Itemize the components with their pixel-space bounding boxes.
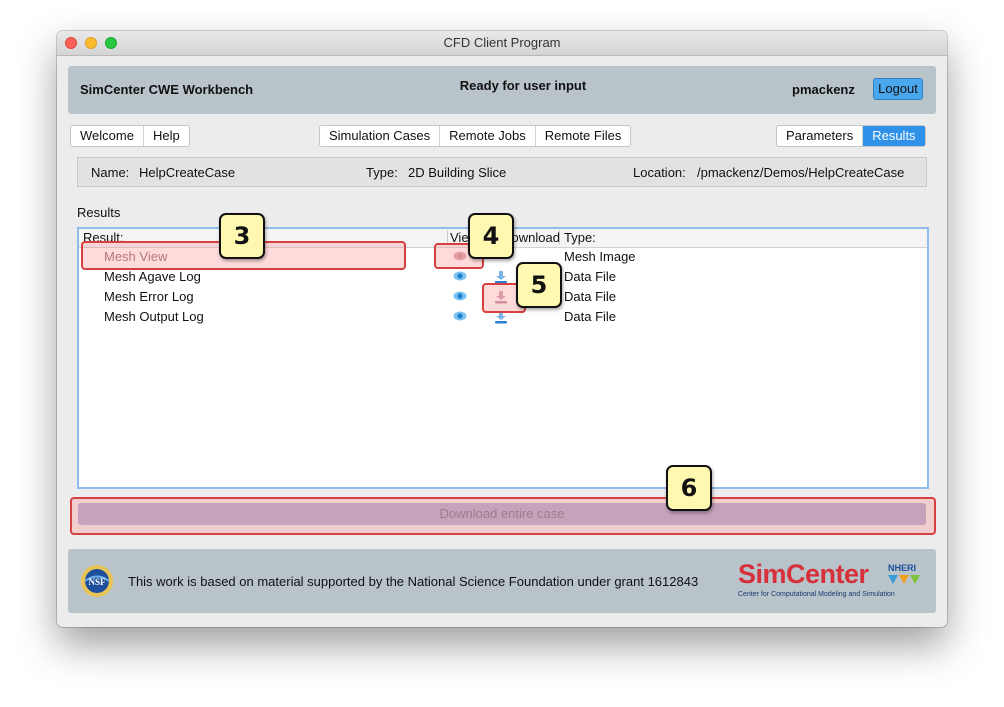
tab-remote-files[interactable]: Remote Files (536, 126, 631, 146)
nheri-logo-text: NHERI (888, 563, 917, 573)
result-name: Mesh Output Log (104, 309, 204, 324)
funding-acknowledgement: This work is based on material supported… (128, 574, 699, 589)
header-panel: SimCenter CWE Workbench Ready for user i… (68, 66, 936, 114)
result-name: Mesh Agave Log (104, 269, 201, 284)
nsf-logo-text: NSF (88, 577, 106, 587)
tab-parameters[interactable]: Parameters (777, 126, 864, 146)
view-eye-icon[interactable] (453, 311, 467, 321)
case-name-value: HelpCreateCase (139, 165, 236, 180)
result-type: Data File (564, 309, 617, 324)
nsf-logo-icon: NSF (81, 565, 113, 597)
callout-4: 4 (468, 213, 514, 259)
username-label: pmackenz (792, 82, 855, 97)
highlight-download-entire-case (70, 497, 936, 535)
tab-simulation-cases[interactable]: Simulation Cases (320, 126, 441, 146)
download-icon[interactable] (493, 270, 509, 284)
window-title: CFD Client Program (443, 35, 561, 50)
simcenter-subtitle: Center for Computational Modeling and Si… (738, 591, 895, 598)
footer-panel: NSF This work is based on material suppo… (68, 549, 936, 613)
view-eye-icon[interactable] (453, 291, 467, 301)
tabgroup-left: Welcome Help (70, 125, 190, 147)
results-section-label: Results (77, 205, 121, 220)
result-type: Data File (564, 289, 617, 304)
case-type-label: Type: (366, 165, 398, 180)
title-bar[interactable]: CFD Client Program (57, 31, 947, 56)
status-message: Ready for user input (459, 78, 587, 93)
simcenter-logo-text: SimCenter (738, 559, 869, 589)
tabgroup-right: Parameters Results (776, 125, 926, 147)
logout-button[interactable]: Logout (873, 78, 923, 100)
simcenter-logo: SimCenter NHERI Center for Computational… (738, 559, 924, 603)
tab-welcome[interactable]: Welcome (71, 126, 144, 146)
nheri-triangles-icon (888, 575, 920, 584)
case-location-label: Location: (633, 165, 686, 180)
tab-help[interactable]: Help (144, 126, 189, 146)
callout-3: 3 (219, 213, 265, 259)
tabgroup-center: Simulation Cases Remote Jobs Remote File… (319, 125, 632, 147)
case-info-bar: Name: HelpCreateCase Type: 2D Building S… (77, 157, 927, 187)
tab-results[interactable]: Results (863, 126, 925, 146)
app-name: SimCenter CWE Workbench (80, 82, 254, 97)
case-name-label: Name: (91, 165, 130, 180)
tab-remote-jobs[interactable]: Remote Jobs (440, 126, 536, 146)
result-type: Mesh Image (564, 249, 636, 264)
view-eye-icon[interactable] (453, 271, 467, 281)
callout-5: 5 (516, 262, 562, 308)
callout-6: 6 (666, 465, 712, 511)
result-name: Mesh Error Log (104, 289, 194, 304)
case-type-value: 2D Building Slice (408, 165, 507, 180)
result-type: Data File (564, 269, 617, 284)
app-window: CFD Client Program SimCenter CWE Workben… (57, 31, 947, 627)
case-location-value: /pmackenz/Demos/HelpCreateCase (697, 165, 905, 180)
column-header-type[interactable]: Type: (559, 230, 596, 245)
